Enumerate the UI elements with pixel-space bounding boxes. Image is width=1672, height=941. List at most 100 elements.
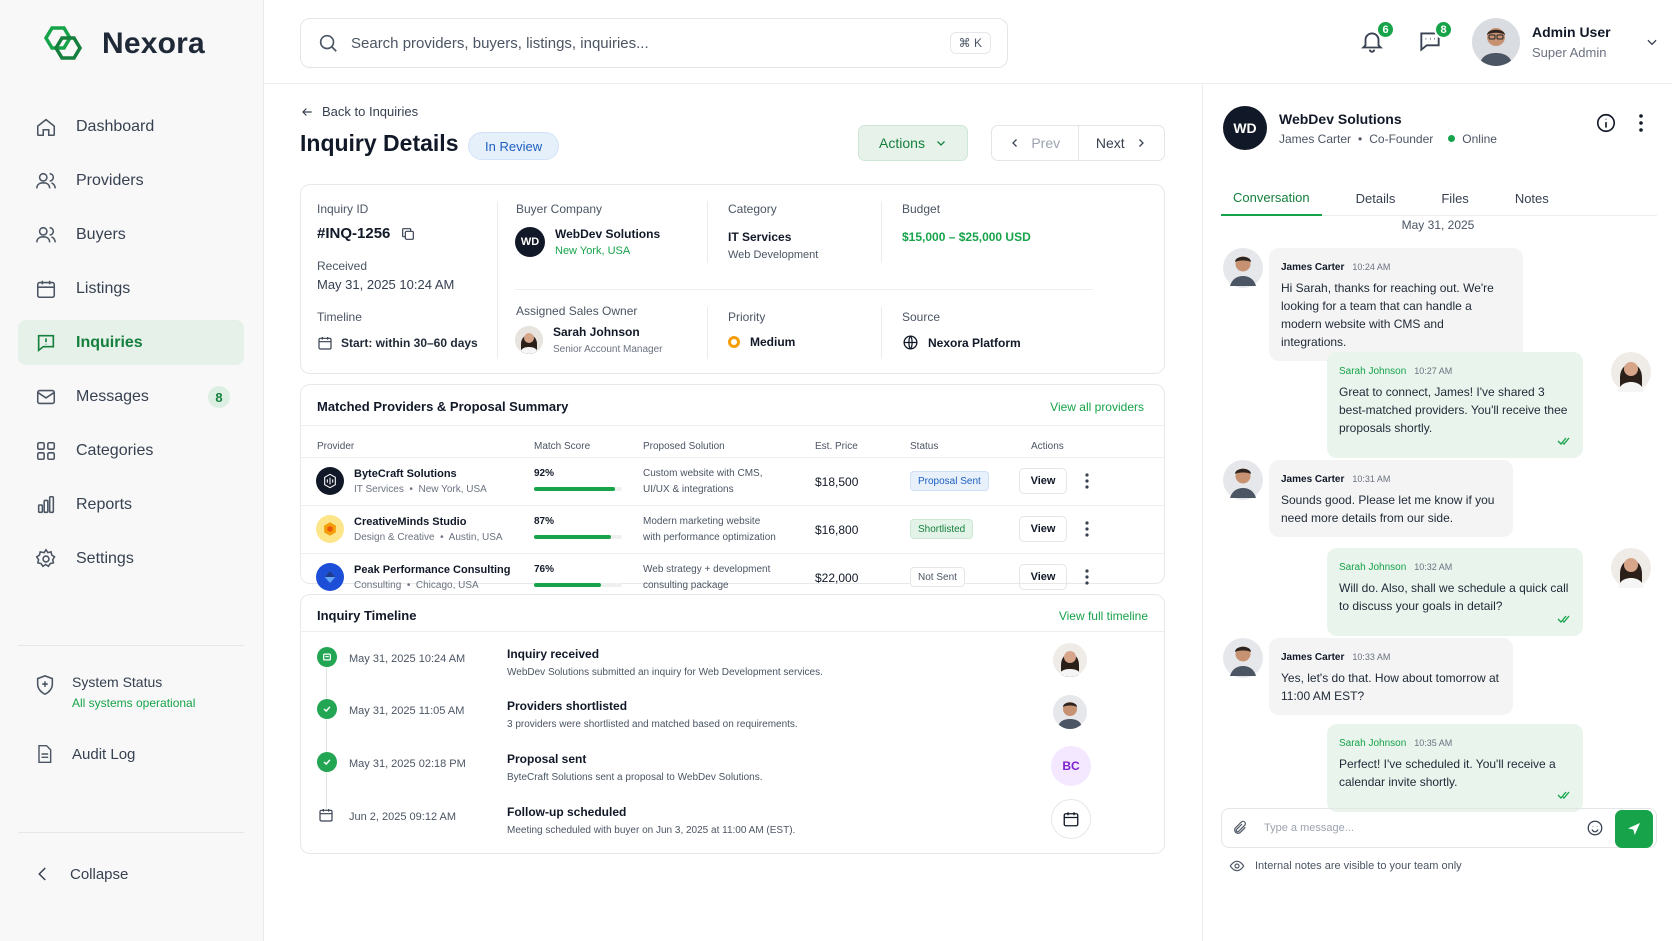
divider: [301, 631, 1164, 632]
inquiry-id-label: Inquiry ID: [317, 202, 369, 216]
solution-line: Custom website with CMS,: [643, 468, 763, 479]
more-options-icon[interactable]: [1079, 564, 1095, 590]
timeline-date: May 31, 2025 02:18 PM: [349, 758, 466, 770]
message-time: 10:32 AM: [1414, 562, 1453, 572]
more-options-icon[interactable]: [1079, 468, 1095, 494]
audit-log-link[interactable]: Audit Log: [34, 743, 135, 765]
provider-meta: IT Services • New York, USA: [354, 484, 487, 495]
priority-dot-icon: [728, 336, 740, 348]
budget-label: Budget: [902, 202, 941, 216]
provider-meta: Consulting • Chicago, USA: [354, 580, 479, 591]
sales-owner[interactable]: Sarah Johnson Senior Account Manager: [515, 325, 663, 355]
view-button[interactable]: View: [1019, 468, 1067, 494]
collapse-button[interactable]: Collapse: [34, 864, 128, 884]
match-score-bar: [534, 583, 622, 587]
message-sender: Sarah Johnson: [1339, 366, 1407, 377]
prev-button[interactable]: Prev: [992, 126, 1079, 160]
message-time: 10:35 AM: [1414, 738, 1453, 748]
sidebar-item-buyers[interactable]: Buyers: [18, 212, 244, 257]
column-header: Status: [910, 441, 939, 452]
system-status[interactable]: System Status All systems operational: [34, 674, 195, 710]
tab-notes[interactable]: Notes: [1503, 180, 1561, 216]
sidebar-item-label: Messages: [76, 387, 149, 405]
back-link[interactable]: Back to Inquiries: [300, 104, 418, 119]
sidebar-item-reports[interactable]: Reports: [18, 482, 244, 527]
column-header: Provider: [317, 441, 355, 452]
priority-value-row: Medium: [728, 335, 795, 349]
emoji-icon[interactable]: [1586, 819, 1604, 837]
view-all-providers-link[interactable]: View all providers: [1050, 400, 1144, 414]
message-input[interactable]: [1264, 822, 1586, 834]
table-row[interactable]: ByteCraft Solutions IT Services • New Yo…: [301, 457, 1164, 505]
view-full-timeline-link[interactable]: View full timeline: [1059, 609, 1148, 623]
avatar: [515, 326, 543, 354]
more-options-icon[interactable]: [1639, 114, 1643, 135]
send-button[interactable]: [1615, 810, 1653, 848]
timeline-title: Inquiry Timeline: [317, 608, 417, 623]
sidebar-item-inquiries[interactable]: Inquiries: [18, 320, 244, 365]
user-menu[interactable]: Admin User Super Admin: [1472, 18, 1659, 66]
category-label: Category: [728, 202, 777, 216]
more-options-icon[interactable]: [1079, 516, 1095, 542]
timeline-row: Start: within 30–60 days: [317, 335, 478, 351]
home-icon: [34, 115, 58, 139]
brand[interactable]: Nexora: [34, 24, 205, 64]
sidebar-item-label: Providers: [76, 171, 144, 189]
sidebar-item-dashboard[interactable]: Dashboard: [18, 104, 244, 149]
notifications-button[interactable]: 6: [1357, 20, 1395, 56]
actions-button[interactable]: Actions: [858, 125, 968, 161]
owner-role: Senior Account Manager: [553, 344, 663, 355]
tab-conversation[interactable]: Conversation: [1221, 180, 1322, 216]
buyer-logo: WD: [515, 227, 545, 257]
sidebar-item-listings[interactable]: Listings: [18, 266, 244, 311]
search-input[interactable]: [351, 34, 950, 52]
timeline-item: Jun 2, 2025 09:12 AM Follow-up scheduled…: [301, 791, 1164, 845]
tab-details[interactable]: Details: [1344, 180, 1408, 216]
est-price: $16,800: [815, 523, 859, 537]
buyer-label: Buyer Company: [516, 202, 603, 216]
match-score-fill: [534, 487, 615, 491]
messages-button[interactable]: 8: [1415, 20, 1453, 56]
solution-line: consulting package: [643, 580, 729, 591]
chat-message: James Carter 10:24 AM Hi Sarah, thanks fo…: [1269, 248, 1523, 361]
tab-files[interactable]: Files: [1429, 180, 1480, 216]
paperclip-icon[interactable]: [1232, 820, 1248, 836]
next-button[interactable]: Next: [1079, 126, 1165, 160]
timeline-card: Inquiry Timeline View full timeline May …: [300, 594, 1165, 854]
grid-icon: [34, 439, 58, 463]
chat-contact-meta: James Carter • Co-Founder Online: [1279, 131, 1497, 146]
chat-header: WD WebDev Solutions James Carter • Co-Fo…: [1223, 106, 1497, 150]
table-row[interactable]: CreativeMinds Studio Design & Creative •…: [301, 505, 1164, 553]
provider-name: ByteCraft Solutions: [354, 468, 457, 480]
status-badge: In Review: [468, 132, 560, 160]
sidebar-item-label: Categories: [76, 441, 154, 459]
provider-meta: Design & Creative • Austin, USA: [354, 532, 503, 543]
view-button[interactable]: View: [1019, 516, 1067, 542]
sidebar-item-settings[interactable]: Settings: [18, 536, 244, 581]
priority-value: Medium: [750, 335, 796, 349]
received-value: May 31, 2025 10:24 AM: [317, 277, 455, 292]
match-score-bar: [534, 535, 622, 539]
chat-message: Sarah Johnson 10:32 AM Will do. Also, sha…: [1327, 548, 1583, 636]
user-name: Admin User: [1532, 24, 1611, 40]
provider-category: Design & Creative: [354, 532, 435, 543]
sidebar-item-categories[interactable]: Categories: [18, 428, 244, 473]
search-box[interactable]: ⌘ K: [300, 18, 1008, 68]
chat-message: James Carter 10:33 AM Yes, let's do that.…: [1269, 638, 1513, 715]
match-score-bar: [534, 487, 622, 491]
view-button[interactable]: View: [1019, 564, 1067, 590]
arrow-left-icon: [302, 107, 312, 116]
sidebar-item-messages[interactable]: Messages 8: [18, 374, 244, 419]
priority-label: Priority: [728, 310, 766, 324]
sidebar-item-providers[interactable]: Providers: [18, 158, 244, 203]
bar-chart-icon: [34, 493, 58, 517]
info-icon[interactable]: [1595, 112, 1617, 137]
search-icon: [319, 34, 337, 52]
search-shortcut: ⌘ K: [949, 32, 991, 54]
audit-log-label: Audit Log: [72, 745, 136, 763]
back-label: Back to Inquiries: [322, 104, 419, 119]
copy-icon[interactable]: [400, 226, 416, 242]
buyer-company[interactable]: WD WebDev Solutions New York, USA: [515, 227, 660, 257]
match-score: 76%: [534, 564, 555, 575]
table-row[interactable]: Peak Performance Consulting Consulting •…: [301, 553, 1164, 591]
